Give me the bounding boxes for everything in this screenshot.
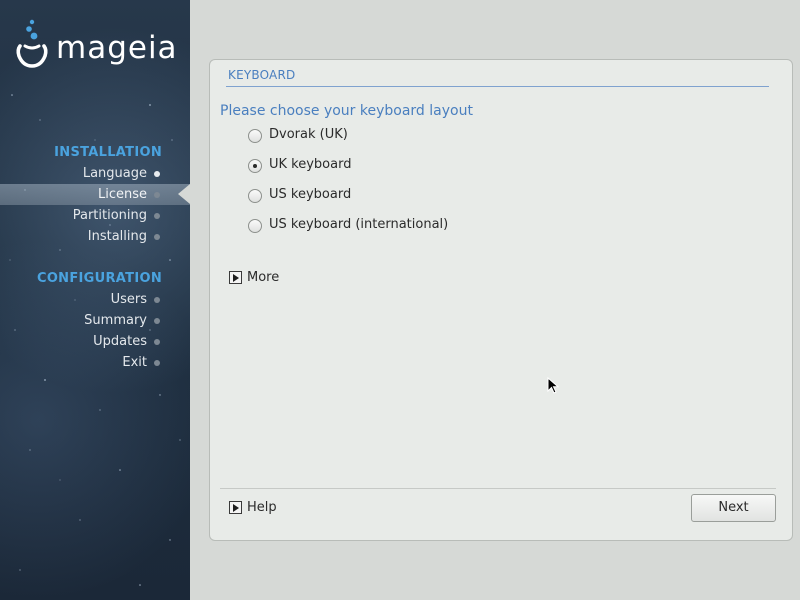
sidebar-item-label: Partitioning: [72, 208, 147, 223]
radio-option-label[interactable]: Dvorak (UK): [269, 127, 348, 142]
sidebar-item-label: Summary: [84, 313, 147, 328]
step-dot-icon: [154, 339, 160, 345]
logo-wordmark: mageia: [56, 30, 178, 66]
step-dot-icon: [154, 297, 160, 303]
radio-option-label[interactable]: UK keyboard: [269, 157, 351, 172]
sidebar-item-language: Language: [0, 163, 190, 184]
sidebar-item-updates: Updates: [0, 331, 190, 352]
radio-option-label[interactable]: US keyboard: [269, 187, 351, 202]
sidebar-item-label: Language: [82, 166, 147, 181]
sidebar-item-label: License: [97, 187, 147, 202]
radio-button-icon[interactable]: [248, 189, 262, 203]
nav-section-configuration: CONFIGURATION: [36, 271, 162, 286]
title-divider: [226, 86, 769, 87]
section-title: KEYBOARD: [228, 68, 296, 82]
sidebar-item-label: Users: [110, 292, 147, 307]
sidebar-item-installing: Installing: [0, 226, 190, 247]
bottom-divider: [220, 488, 776, 489]
expander-triangle-icon[interactable]: [229, 271, 242, 284]
sidebar-item-label: Updates: [93, 334, 147, 349]
mouse-pointer-icon: [547, 377, 559, 394]
sidebar-item-license: License: [0, 184, 190, 205]
next-button[interactable]: Next: [691, 494, 776, 522]
sidebar-item-label: Exit: [122, 355, 147, 370]
mageia-logo-icon: [16, 19, 48, 68]
active-step-arrow-icon: [178, 184, 190, 204]
radio-option-label[interactable]: US keyboard (international): [269, 217, 448, 232]
expander-triangle-icon[interactable]: [229, 501, 242, 514]
step-dot-icon: [154, 171, 160, 177]
radio-button-icon[interactable]: [248, 219, 262, 233]
sidebar-item-exit: Exit: [0, 352, 190, 373]
sidebar-item-label: Installing: [87, 229, 147, 244]
sidebar-item-partitioning: Partitioning: [0, 205, 190, 226]
radio-selected-dot-icon: [253, 164, 257, 168]
step-dot-icon: [154, 234, 160, 240]
sidebar: mageia INSTALLATION Language License Par…: [0, 0, 190, 600]
step-dot-icon: [154, 213, 160, 219]
help-label[interactable]: Help: [247, 500, 277, 515]
radio-button-selected-icon[interactable]: [248, 159, 262, 173]
nav-section-installation: INSTALLATION: [54, 145, 162, 160]
step-dot-icon: [154, 318, 160, 324]
step-dot-icon: [154, 192, 160, 198]
sidebar-item-summary: Summary: [0, 310, 190, 331]
mageia-logo: mageia: [14, 16, 184, 72]
main-panel: KEYBOARD Please choose your keyboard lay…: [209, 59, 793, 541]
page-prompt: Please choose your keyboard layout: [220, 103, 473, 119]
radio-button-icon[interactable]: [248, 129, 262, 143]
more-label[interactable]: More: [247, 270, 279, 285]
sidebar-item-users: Users: [0, 289, 190, 310]
step-dot-icon: [154, 360, 160, 366]
